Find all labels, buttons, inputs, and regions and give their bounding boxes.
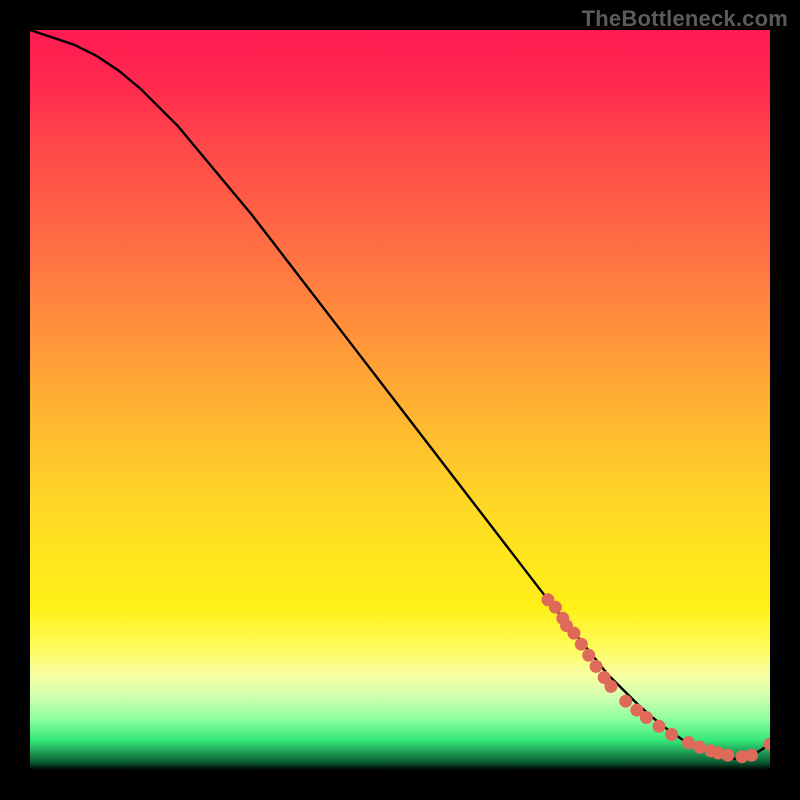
watermark-label: TheBottleneck.com: [582, 6, 788, 32]
data-point: [619, 695, 632, 708]
data-point: [640, 711, 653, 724]
data-point: [582, 649, 595, 662]
data-point: [575, 638, 588, 651]
data-point: [665, 728, 678, 741]
data-point: [682, 736, 695, 749]
data-point: [745, 749, 758, 762]
data-point: [604, 680, 617, 693]
data-point: [653, 720, 666, 733]
data-point: [693, 741, 706, 754]
data-point: [721, 749, 734, 762]
bottleneck-chart: [30, 30, 770, 770]
data-point: [549, 601, 562, 614]
curve-line: [30, 30, 770, 759]
data-point: [567, 627, 580, 640]
dot-cluster: [542, 593, 771, 763]
data-point: [590, 660, 603, 673]
